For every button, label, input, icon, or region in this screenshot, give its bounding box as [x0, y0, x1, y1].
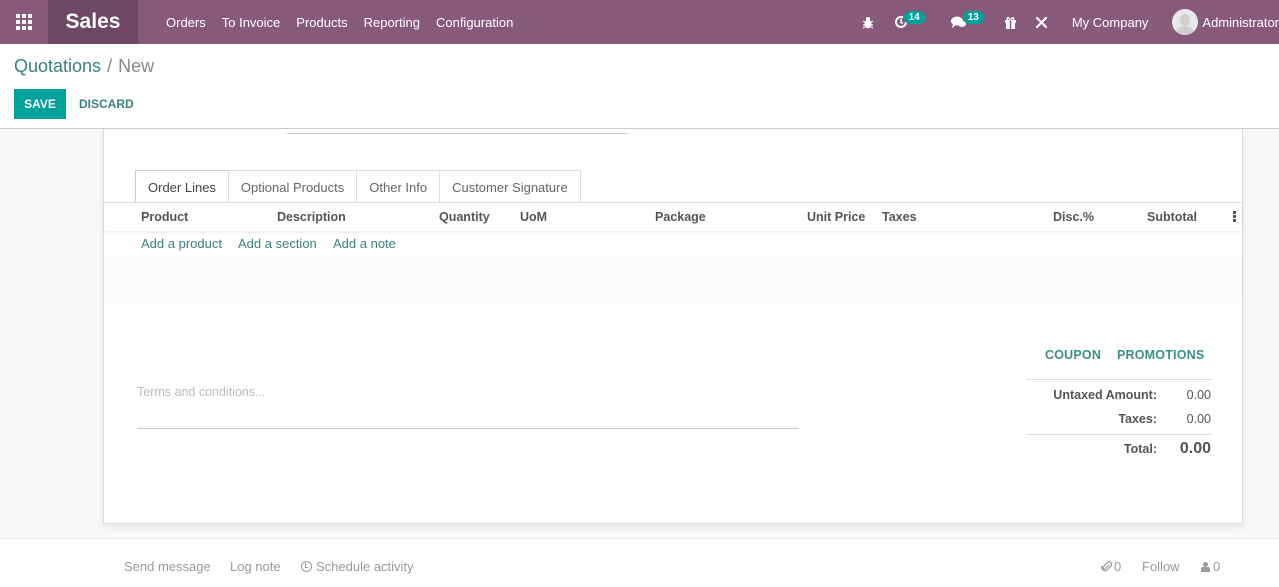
order-lines-header: Product Description Quantity UoM Package…	[104, 203, 1242, 231]
log-note-button[interactable]: Log note	[230, 559, 281, 574]
menu-products[interactable]: Products	[296, 15, 347, 30]
terms-and-conditions-field[interactable]: Terms and conditions...	[137, 382, 799, 429]
schedule-activity-label: Schedule activity	[316, 559, 414, 574]
column-product[interactable]: Product	[141, 210, 188, 224]
coupon-button[interactable]: COUPON	[1045, 348, 1101, 362]
tab-customer-signature[interactable]: Customer Signature	[439, 170, 581, 203]
totals-summary: Untaxed Amount: 0.00 Taxes: 0.00 Total: …	[1026, 379, 1211, 462]
save-button[interactable]: SAVE	[14, 89, 66, 119]
tools-button[interactable]	[1035, 16, 1048, 29]
add-note-link[interactable]: Add a note	[333, 236, 396, 251]
follow-button[interactable]: Follow	[1142, 559, 1180, 574]
apps-menu-button[interactable]	[0, 0, 48, 44]
tools-icon	[1035, 16, 1047, 28]
messages-button[interactable]: 13	[950, 10, 984, 29]
schedule-activity-button[interactable]: Schedule activity	[301, 559, 414, 574]
notebook-tabs: Order Lines Optional Products Other Info…	[135, 170, 581, 203]
control-panel: Quotations / New SAVE DISCARD	[0, 44, 1279, 129]
discard-button[interactable]: DISCARD	[79, 89, 134, 119]
send-message-button[interactable]: Send message	[124, 559, 211, 574]
top-navbar: Sales Orders To Invoice Products Reporti…	[0, 0, 1279, 44]
attachments-count: 0	[1114, 559, 1122, 574]
tab-order-lines[interactable]: Order Lines	[135, 170, 229, 203]
followers-count: 0	[1213, 559, 1221, 574]
column-unit-price[interactable]: Unit Price	[807, 210, 865, 224]
menu-to-invoice[interactable]: To Invoice	[222, 15, 281, 30]
total-row: Total: 0.00	[1026, 434, 1211, 462]
add-section-link[interactable]: Add a section	[238, 236, 317, 251]
app-name[interactable]: Sales	[48, 0, 138, 44]
column-package[interactable]: Package	[655, 210, 706, 224]
empty-order-line	[104, 255, 1242, 303]
breadcrumb-current: New	[118, 56, 155, 76]
menu-reporting[interactable]: Reporting	[364, 15, 420, 30]
menu-orders[interactable]: Orders	[166, 15, 206, 30]
column-subtotal[interactable]: Subtotal	[1147, 210, 1197, 224]
breadcrumb: Quotations / New	[14, 56, 154, 77]
taxes-label: Taxes:	[1118, 412, 1157, 426]
systray: 14 13 My Company Administrator	[854, 0, 1279, 44]
promotions-button[interactable]: PROMOTIONS	[1117, 348, 1204, 362]
apps-grid-icon	[16, 14, 32, 30]
main-menu: Orders To Invoice Products Reporting Con…	[158, 15, 521, 30]
form-sheet: Order Lines Optional Products Other Info…	[103, 129, 1243, 524]
attachments-button[interactable]: 0	[1101, 559, 1121, 574]
chatter: Send message Log note Schedule activity …	[0, 538, 1279, 587]
total-label: Total:	[1123, 441, 1157, 456]
order-line-actions: Add a product Add a section Add a note	[104, 231, 1242, 255]
messages-count-badge: 13	[962, 10, 984, 24]
user-icon	[1201, 561, 1210, 572]
gift-button[interactable]	[1004, 16, 1017, 29]
taxes-value: 0.00	[1186, 412, 1211, 426]
untaxed-amount-value: 0.00	[1186, 388, 1211, 402]
debug-button[interactable]	[862, 16, 874, 29]
user-menu[interactable]: Administrator	[1172, 9, 1279, 35]
gift-icon	[1004, 16, 1016, 29]
field-underline[interactable]	[287, 133, 627, 134]
totals-divider	[1026, 379, 1211, 380]
column-quantity[interactable]: Quantity	[439, 210, 490, 224]
menu-configuration[interactable]: Configuration	[436, 15, 513, 30]
untaxed-amount-label: Untaxed Amount:	[1053, 388, 1157, 402]
clock-icon	[301, 561, 312, 572]
avatar	[1172, 9, 1199, 35]
user-name: Administrator	[1202, 14, 1279, 30]
column-description[interactable]: Description	[277, 210, 346, 224]
bug-icon	[862, 16, 873, 29]
activity-button[interactable]: 14	[894, 10, 925, 29]
paperclip-icon	[1101, 560, 1112, 571]
tab-optional-products[interactable]: Optional Products	[227, 170, 358, 203]
activity-count-badge: 14	[903, 10, 925, 24]
breadcrumb-separator: /	[107, 56, 113, 76]
column-taxes[interactable]: Taxes	[882, 210, 917, 224]
company-switcher[interactable]: My Company	[1072, 15, 1149, 30]
breadcrumb-quotations[interactable]: Quotations	[14, 56, 101, 76]
column-discount[interactable]: Disc.%	[1053, 210, 1094, 224]
optional-columns-icon[interactable]	[1233, 211, 1236, 223]
taxes-row: Taxes: 0.00	[1026, 407, 1211, 431]
tab-other-info[interactable]: Other Info	[356, 170, 441, 203]
total-value: 0.00	[1179, 439, 1211, 457]
add-product-link[interactable]: Add a product	[141, 236, 222, 251]
followers-button[interactable]: 0	[1201, 559, 1220, 574]
untaxed-amount-row: Untaxed Amount: 0.00	[1026, 383, 1211, 407]
column-uom[interactable]: UoM	[520, 210, 547, 224]
